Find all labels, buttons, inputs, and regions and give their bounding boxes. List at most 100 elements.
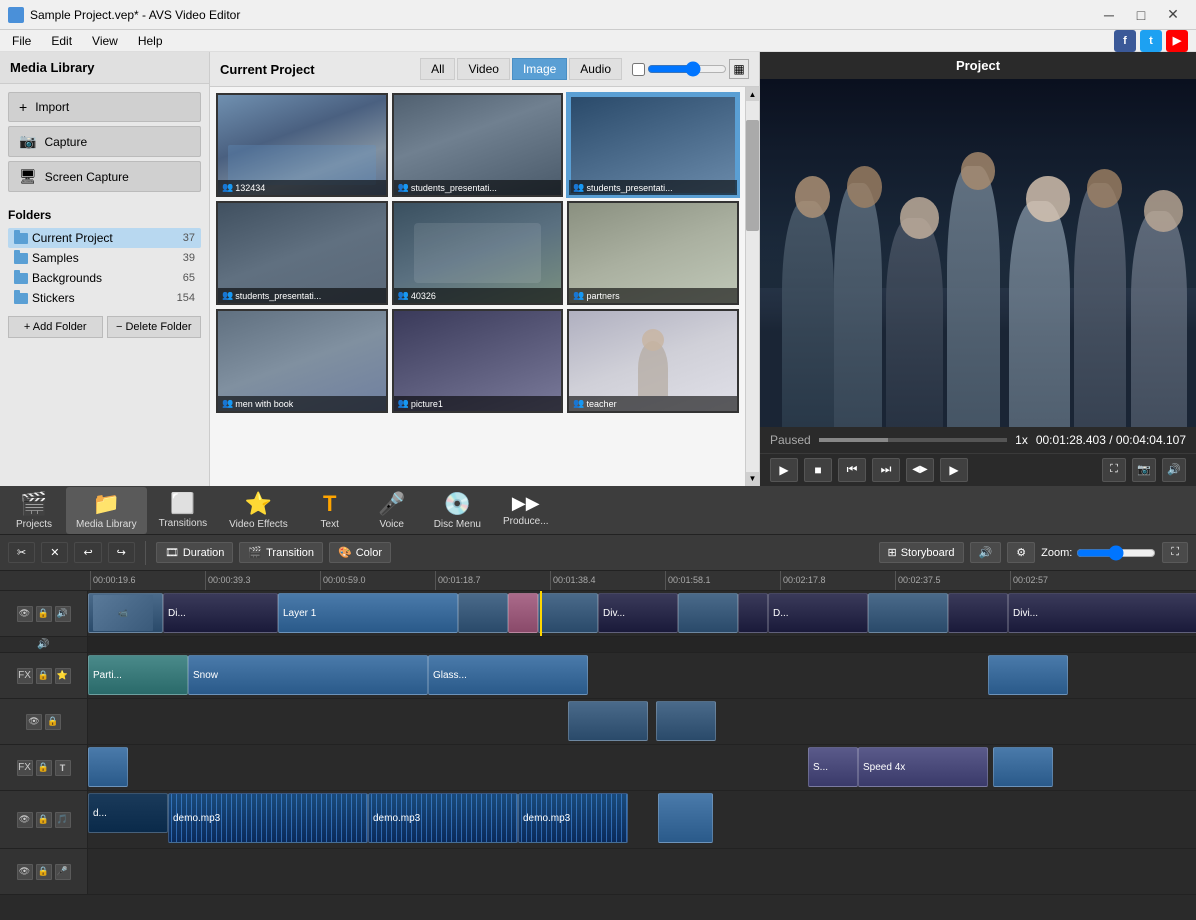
storyboard-button[interactable]: ⊞ Storyboard	[879, 542, 964, 563]
eye-button[interactable]: 👁	[17, 606, 33, 622]
track-clip[interactable]	[868, 593, 948, 633]
voice-track-content[interactable]	[88, 849, 1196, 894]
toolbar-produce[interactable]: ▶▶ Produce...	[493, 489, 559, 531]
scroll-thumb[interactable]	[746, 120, 759, 231]
track-clip[interactable]	[738, 593, 768, 633]
menu-file[interactable]: File	[8, 32, 35, 50]
track-clip[interactable]	[658, 793, 713, 843]
minimize-button[interactable]: ─	[1094, 5, 1124, 25]
filter-all[interactable]: All	[420, 58, 455, 80]
facebook-icon[interactable]: f	[1114, 30, 1136, 52]
lock-button5[interactable]: 🔒	[36, 864, 52, 880]
media-item[interactable]: 👥 40326	[392, 201, 564, 305]
expand-button[interactable]: ⛶	[1162, 542, 1188, 563]
redo-button[interactable]: ↪	[108, 542, 135, 563]
maximize-button[interactable]: □	[1126, 5, 1156, 25]
track-clip[interactable]: Divi...	[1008, 593, 1196, 633]
audio-mix-button[interactable]: 🔊	[970, 542, 1002, 563]
toolbar-video-effects[interactable]: ⭐ Video Effects	[219, 487, 298, 534]
lock-button3[interactable]: 🔒	[36, 760, 52, 776]
lock-button[interactable]: 🔒	[36, 606, 52, 622]
track-clip[interactable]: demo.mp3	[368, 793, 518, 843]
scroll-up[interactable]: ▲	[746, 87, 759, 101]
color-button[interactable]: 🎨 Color	[329, 542, 391, 563]
track-clip[interactable]	[508, 593, 538, 633]
track-clip[interactable]	[993, 747, 1053, 787]
track-clip[interactable]	[988, 655, 1068, 695]
track-clip[interactable]	[948, 593, 1008, 633]
eye-button2[interactable]: 👁	[26, 714, 42, 730]
menu-view[interactable]: View	[88, 32, 122, 50]
close-button[interactable]: ✕	[1158, 5, 1188, 25]
menu-edit[interactable]: Edit	[47, 32, 76, 50]
track-clip[interactable]: d...	[88, 793, 168, 833]
track-clip[interactable]	[678, 593, 738, 633]
track-clip[interactable]: Div...	[598, 593, 678, 633]
track-clip[interactable]: demo.mp3	[168, 793, 368, 843]
menu-help[interactable]: Help	[134, 32, 167, 50]
fx-icon[interactable]: FX	[17, 668, 33, 684]
track-clip[interactable]: Snow	[188, 655, 428, 695]
media-item[interactable]: 👥 students_presentati...	[567, 93, 739, 197]
folder-stickers[interactable]: Stickers 154	[8, 288, 201, 308]
filter-checkbox[interactable]	[632, 63, 645, 76]
loop-button[interactable]: ◀▶	[906, 458, 934, 482]
import-button[interactable]: + Import	[8, 92, 201, 122]
video-track-content[interactable]: 📹 Di... Layer 1 Div... D... Divi...	[88, 591, 1196, 636]
add-folder-button[interactable]: + Add Folder	[8, 316, 103, 338]
track-clip[interactable]	[88, 747, 128, 787]
volume-button[interactable]: 🔊	[1162, 458, 1186, 482]
track-clip[interactable]: Speed 4x	[858, 747, 988, 787]
music-icon[interactable]: 🎵	[55, 812, 71, 828]
transition-button[interactable]: 🎬 Transition	[239, 542, 323, 563]
lock-button2[interactable]: 🔒	[45, 714, 61, 730]
eye-button4[interactable]: 👁	[17, 864, 33, 880]
delete-folder-button[interactable]: − Delete Folder	[107, 316, 202, 338]
delete-button[interactable]: ✕	[41, 542, 68, 563]
snapshot-button[interactable]: 📷	[1132, 458, 1156, 482]
text-track-icon[interactable]: T	[55, 760, 71, 776]
filter-slider[interactable]	[647, 61, 727, 77]
scroll-down[interactable]: ▼	[746, 472, 759, 486]
media-item[interactable]: 👥 students_presentati...	[216, 201, 388, 305]
track-clip[interactable]	[458, 593, 508, 633]
toolbar-transitions[interactable]: ⬜ Transitions	[149, 487, 218, 533]
capture-button[interactable]: 📷 Capture	[8, 126, 201, 157]
fx-icon2[interactable]: FX	[17, 760, 33, 776]
media-item[interactable]: 👥 teacher	[567, 309, 739, 413]
media-item[interactable]: 👥 132434	[216, 93, 388, 197]
stop-button[interactable]: ■	[804, 458, 832, 482]
preview-progress[interactable]	[819, 438, 1007, 442]
filter-audio[interactable]: Audio	[569, 58, 622, 80]
track-clip[interactable]: 📹	[88, 593, 163, 633]
lock-button[interactable]: 🔒	[36, 668, 52, 684]
track-clip[interactable]: Layer 1	[278, 593, 458, 633]
folder-backgrounds[interactable]: Backgrounds 65	[8, 268, 201, 288]
toolbar-text[interactable]: T Text	[300, 487, 360, 534]
track-clip[interactable]	[538, 593, 598, 633]
track-clip[interactable]: Glass...	[428, 655, 588, 695]
zoom-slider[interactable]	[1076, 545, 1156, 561]
track-clip[interactable]: Di...	[163, 593, 278, 633]
undo-button[interactable]: ↩	[74, 542, 101, 563]
scroll-track[interactable]	[746, 101, 759, 472]
media-item[interactable]: 👥 students_presentati...	[392, 93, 564, 197]
media-item[interactable]: 👥 partners	[567, 201, 739, 305]
track-clip[interactable]: D...	[768, 593, 868, 633]
cut-button[interactable]: ✂	[8, 542, 35, 563]
play-button[interactable]: ▶	[770, 458, 798, 482]
blank-track-content[interactable]	[88, 699, 1196, 744]
duration-button[interactable]: 🎞 Duration	[156, 542, 234, 563]
eye-button3[interactable]: 👁	[17, 812, 33, 828]
prev-button[interactable]: ⏮	[838, 458, 866, 482]
media-item[interactable]: 👥 men with book	[216, 309, 388, 413]
lock-button4[interactable]: 🔒	[36, 812, 52, 828]
forward-button[interactable]: ▶	[940, 458, 968, 482]
volume-track-button[interactable]: 🔊	[55, 606, 71, 622]
filter-image[interactable]: Image	[512, 58, 567, 80]
grid-toggle[interactable]: ▦	[729, 59, 749, 79]
track-clip[interactable]	[656, 701, 716, 741]
filter-video[interactable]: Video	[457, 58, 509, 80]
folder-current-project[interactable]: Current Project 37	[8, 228, 201, 248]
track-clip[interactable]	[568, 701, 648, 741]
